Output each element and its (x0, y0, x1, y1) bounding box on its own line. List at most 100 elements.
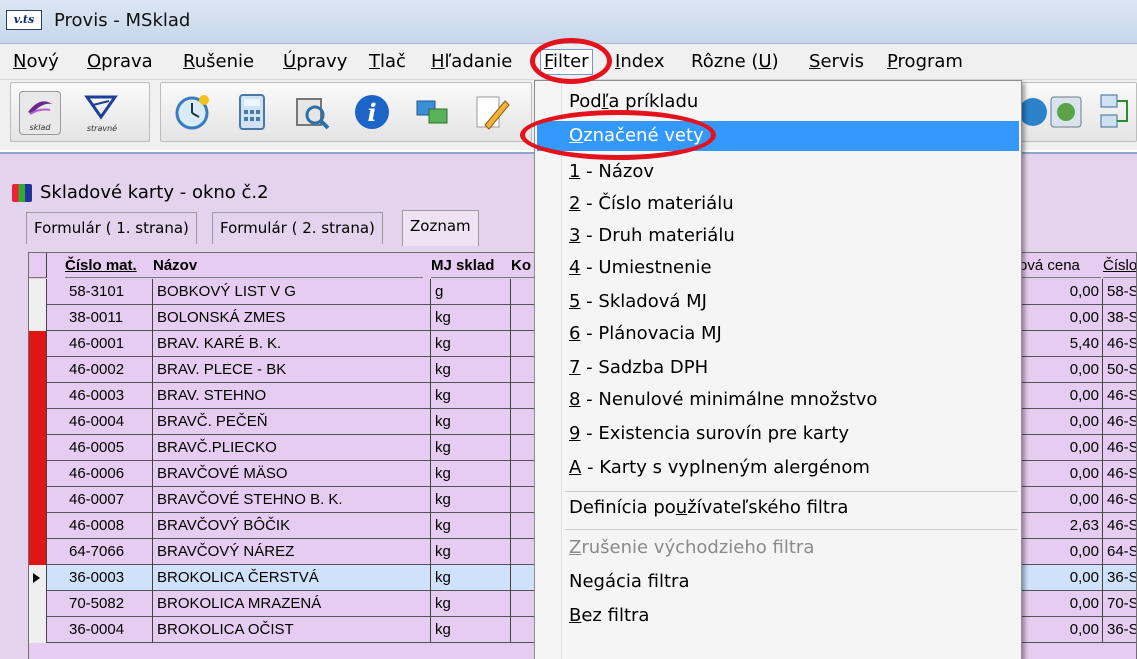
calculator-button[interactable] (231, 91, 273, 135)
cell-mj: g (431, 279, 511, 305)
menu-oprava[interactable]: Oprava (84, 50, 156, 76)
media-button[interactable] (1045, 91, 1087, 135)
cell-mj: kg (431, 435, 511, 461)
search-tool-button[interactable] (291, 91, 333, 135)
cell-c2: 58-S (1103, 279, 1136, 305)
menu-bar: Nový Oprava Rušenie Úpravy Tlač Hľadanie… (0, 44, 1137, 80)
network-button[interactable] (1095, 91, 1137, 135)
tab-formular-1[interactable]: Formulár ( 1. strana) (26, 212, 197, 244)
cell-cena: 0,00 (1019, 357, 1103, 383)
cell-c2: 46-S (1103, 487, 1136, 513)
windows-button[interactable] (411, 91, 453, 135)
filter-menu-item-14[interactable]: Negácia filtra (565, 567, 1017, 597)
menu-hladanie[interactable]: Hľadanie (428, 50, 515, 76)
cell-cislo: 38-0011 (65, 305, 153, 331)
cell-cislo: 36-0003 (65, 565, 153, 591)
header-cislo-2[interactable]: Číslo (1103, 253, 1136, 278)
cell-nazov: BROKOLICA MRAZENÁ (153, 591, 431, 617)
filter-menu-item-7[interactable]: 6 - Plánovacia MJ (565, 319, 1017, 349)
filter-menu-item-15[interactable]: Bez filtra (565, 601, 1017, 631)
menu-program[interactable]: Program (884, 50, 966, 76)
cell-nazov: BRAVČOVÉ STEHNO B. K. (153, 487, 431, 513)
filter-menu-item-5[interactable]: 4 - Umiestnenie (565, 253, 1017, 283)
tab-formular-2[interactable]: Formulár ( 2. strana) (212, 212, 383, 244)
filter-menu-item-9[interactable]: 8 - Nenulové minimálne množstvo (565, 385, 1017, 415)
filter-menu-item-6[interactable]: 5 - Skladová MJ (565, 287, 1017, 317)
info-button[interactable]: i (351, 91, 393, 135)
cell-cena: 0,00 (1019, 617, 1103, 643)
menu-servis[interactable]: Servis (806, 50, 867, 76)
cell-c2: 50-S (1103, 357, 1136, 383)
child-window-title: Skladové karty - okno č.2 (40, 182, 269, 203)
cell-nazov: BRAV. STEHNO (153, 383, 431, 409)
clock-button[interactable] (171, 91, 213, 135)
row-flag-marker (29, 487, 47, 513)
header-cena[interactable]: ová cena (1019, 253, 1101, 278)
row-marker (29, 591, 47, 617)
network-icon (1100, 94, 1128, 128)
filter-menu-item-13[interactable]: Zrušenie východzieho filtra (565, 533, 1017, 563)
cell-nazov: BRAV. PLECE - BK (153, 357, 431, 383)
filter-menu-item-4[interactable]: 3 - Druh materiálu (565, 221, 1017, 251)
cell-cislo: 70-5082 (65, 591, 153, 617)
menu-index[interactable]: Index (612, 50, 668, 76)
filter-menu-item-2[interactable]: 1 - Názov (565, 157, 1017, 187)
filter-menu-item-8[interactable]: 7 - Sadzba DPH (565, 353, 1017, 383)
menu-upravy[interactable]: Úpravy (280, 50, 350, 76)
cell-c2: 46-S (1103, 435, 1136, 461)
cell-c2: 38-S (1103, 305, 1136, 331)
cell-cena: 0,00 (1019, 383, 1103, 409)
menu-tlac[interactable]: Tlač (366, 50, 409, 76)
header-nazov[interactable]: Názov (153, 253, 423, 278)
cell-mj: kg (431, 461, 511, 487)
filter-menu-item-0[interactable]: Podľa príkladu (565, 87, 1017, 117)
filter-menu-item-3[interactable]: 2 - Číslo materiálu (565, 189, 1017, 219)
edit-button[interactable] (471, 91, 513, 135)
cell-c2: 46-S (1103, 409, 1136, 435)
pencil-icon (476, 96, 510, 130)
stravne-label: stravné (86, 124, 118, 133)
info-icon: i (355, 95, 389, 129)
row-flag-marker (29, 435, 47, 461)
cell-cislo: 36-0004 (65, 617, 153, 643)
stravne-button[interactable]: stravné (81, 91, 123, 135)
toolbar-group-right (1018, 82, 1137, 142)
tab-zoznam[interactable]: Zoznam (402, 210, 479, 246)
row-marker (29, 617, 47, 643)
menu-rozne[interactable]: Rôzne (U) (688, 50, 782, 76)
window-title: Provis - MSklad (54, 10, 191, 31)
row-flag-marker (29, 409, 47, 435)
cell-c2: 70-S (1103, 591, 1136, 617)
header-marker (29, 253, 47, 278)
filter-menu-item-10[interactable]: 9 - Existencia surovín pre karty (565, 419, 1017, 449)
cell-c2: 36-S (1103, 565, 1136, 591)
cell-mj: kg (431, 409, 511, 435)
cell-c2: 46-S (1103, 461, 1136, 487)
filter-menu-item-1[interactable]: Označené vety (537, 121, 1019, 151)
header-mj-sklad[interactable]: MJ sklad (431, 253, 511, 278)
cell-nazov: BRAVČOVÉ MÄSO (153, 461, 431, 487)
cell-cislo: 64-7066 (65, 539, 153, 565)
filter-menu-item-12[interactable]: Definícia používateľského filtra (565, 493, 1017, 523)
current-row-pointer-icon (33, 573, 40, 583)
search-icon (296, 98, 330, 130)
row-flag-marker (29, 331, 47, 357)
row-marker (29, 565, 47, 591)
menu-filter[interactable]: Filter (540, 49, 593, 75)
cell-nazov: BROKOLICA OČIST (153, 617, 431, 643)
cell-cena: 5,40 (1019, 331, 1103, 357)
row-flag-marker (29, 513, 47, 539)
stravne-icon (84, 95, 118, 120)
filter-menu-item-11[interactable]: A - Karty s vyplneným alergénom (565, 453, 1017, 483)
menu-rusenie[interactable]: Rušenie (180, 50, 257, 76)
menu-novy[interactable]: Nový (10, 50, 62, 76)
windows-icon (416, 100, 448, 124)
cell-c2: 64-S (1103, 539, 1136, 565)
speaker-icon (1050, 96, 1082, 128)
row-flag-marker (29, 357, 47, 383)
cell-cena: 0,00 (1019, 591, 1103, 617)
row-flag-marker (29, 383, 47, 409)
header-cislo-mat[interactable]: Číslo mat. (65, 253, 155, 278)
cell-c2: 46-S (1103, 331, 1136, 357)
sklad-button[interactable]: sklad (19, 91, 61, 135)
